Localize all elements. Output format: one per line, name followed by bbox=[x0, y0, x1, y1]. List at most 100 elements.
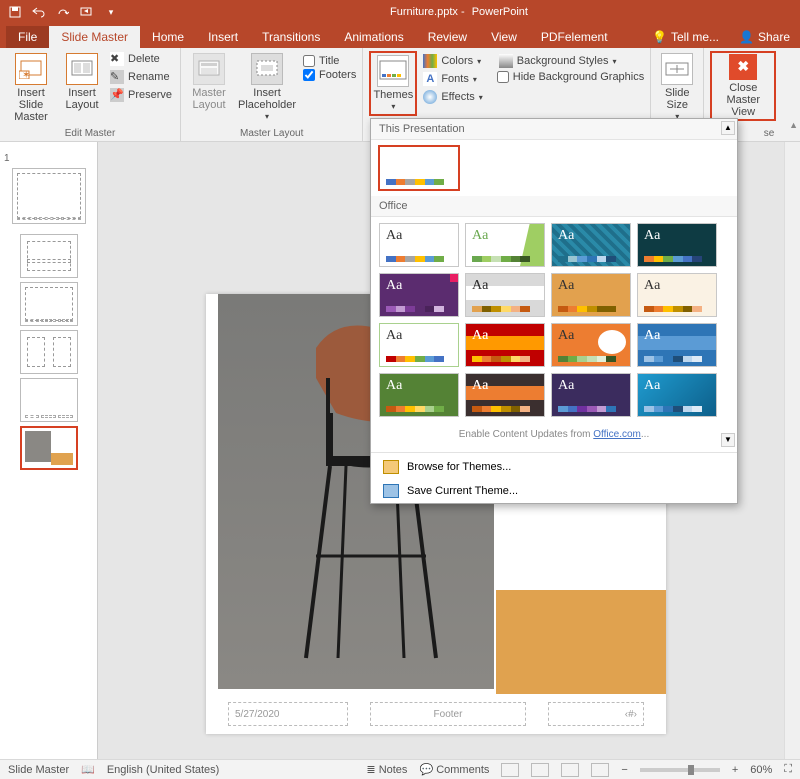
browse-themes-menuitem[interactable]: Browse for Themes... bbox=[371, 455, 737, 479]
zoom-out-icon[interactable]: − bbox=[621, 764, 627, 776]
title-checkbox[interactable]: Title bbox=[303, 55, 356, 67]
slide-accent-band bbox=[496, 590, 666, 694]
colors-icon bbox=[423, 54, 437, 68]
theme-tile[interactable]: Aa bbox=[551, 323, 631, 367]
zoom-slider[interactable] bbox=[640, 768, 720, 772]
share-button[interactable]: 👤Share bbox=[729, 26, 800, 48]
status-language[interactable]: English (United States) bbox=[107, 764, 220, 776]
status-bar: Slide Master 📖 English (United States) ≣… bbox=[0, 759, 800, 779]
fonts-dropdown[interactable]: AFonts▾ bbox=[421, 71, 484, 87]
themes-button[interactable]: Themes▾ bbox=[369, 51, 417, 116]
theme-tile[interactable]: Aa bbox=[465, 223, 545, 267]
footer-placeholder[interactable]: Footer bbox=[370, 702, 526, 726]
tab-view[interactable]: View bbox=[479, 26, 529, 48]
status-mode: Slide Master bbox=[8, 764, 69, 776]
effects-dropdown[interactable]: Effects▾ bbox=[421, 89, 484, 105]
zoom-in-icon[interactable]: + bbox=[732, 764, 738, 776]
rename-button[interactable]: ✎Rename bbox=[108, 69, 174, 85]
layout-thumbnail[interactable] bbox=[20, 330, 78, 374]
sorter-view-icon[interactable] bbox=[531, 763, 549, 777]
tab-pdfelement[interactable]: PDFelement bbox=[529, 26, 620, 48]
preserve-icon: 📌 bbox=[110, 88, 124, 102]
ribbon-tabs: File Slide Master Home Insert Transition… bbox=[0, 24, 800, 48]
save-theme-icon bbox=[383, 484, 399, 498]
theme-tile[interactable]: Aa bbox=[551, 223, 631, 267]
tab-transitions[interactable]: Transitions bbox=[250, 26, 332, 48]
tell-me[interactable]: 💡Tell me... bbox=[642, 26, 729, 48]
start-from-beginning-icon[interactable] bbox=[80, 5, 94, 19]
master-layout-icon bbox=[193, 53, 225, 85]
tab-insert[interactable]: Insert bbox=[196, 26, 250, 48]
insert-layout-button[interactable]: Insert Layout bbox=[60, 51, 104, 113]
background-styles-dropdown[interactable]: Background Styles▾ bbox=[497, 53, 644, 69]
date-placeholder[interactable]: 5/27/2020 bbox=[228, 702, 348, 726]
theme-tile[interactable]: Aa bbox=[637, 223, 717, 267]
ribbon-collapse-up-icon[interactable]: ▲ bbox=[789, 120, 798, 130]
thumbnail-pane[interactable]: 1 bbox=[0, 142, 98, 759]
delete-button[interactable]: ✖Delete bbox=[108, 51, 174, 67]
footers-checkbox[interactable]: Footers bbox=[303, 69, 356, 81]
notes-button[interactable]: ≣ Notes bbox=[366, 763, 407, 776]
folder-icon bbox=[383, 460, 399, 474]
preserve-button[interactable]: 📌Preserve bbox=[108, 87, 174, 103]
document-title: Furniture.pptx bbox=[390, 6, 458, 18]
tab-review[interactable]: Review bbox=[416, 26, 479, 48]
share-icon: 👤 bbox=[739, 30, 754, 44]
theme-tile[interactable]: Aa bbox=[379, 323, 459, 367]
slide-number-placeholder[interactable]: ‹#› bbox=[548, 702, 644, 726]
master-layout-button[interactable]: Master Layout bbox=[187, 51, 231, 113]
zoom-level[interactable]: 60% bbox=[750, 764, 772, 776]
master-thumbnail[interactable] bbox=[12, 168, 86, 224]
theme-tile[interactable]: Aa bbox=[551, 373, 631, 417]
redo-icon[interactable] bbox=[56, 5, 70, 19]
layout-thumbnail-selected[interactable] bbox=[20, 426, 78, 470]
close-master-view-button[interactable]: ✖Close Master View bbox=[710, 51, 776, 121]
qat-more-icon[interactable]: ▾ bbox=[104, 5, 118, 19]
comments-button[interactable]: 💬 Comments bbox=[419, 763, 489, 776]
section-office: Office bbox=[371, 196, 737, 217]
gallery-scroll-down-icon[interactable]: ▼ bbox=[721, 433, 735, 447]
tab-slide-master[interactable]: Slide Master bbox=[49, 26, 140, 48]
slideshow-view-icon[interactable] bbox=[591, 763, 609, 777]
insert-slide-master-icon: ✶ bbox=[15, 53, 47, 85]
theme-tile[interactable]: Aa bbox=[637, 373, 717, 417]
vertical-scrollbar[interactable] bbox=[784, 142, 800, 759]
enable-content-updates-link[interactable]: Enable Content Updates from Office.com..… bbox=[371, 423, 737, 450]
group-label-master-layout: Master Layout bbox=[187, 126, 356, 139]
layout-thumbnail[interactable] bbox=[20, 378, 78, 422]
theme-tile[interactable]: AaAa bbox=[465, 273, 545, 317]
theme-tile[interactable]: AaAa bbox=[465, 323, 545, 367]
theme-tile[interactable]: Aa bbox=[551, 273, 631, 317]
spellcheck-icon[interactable]: 📖 bbox=[81, 763, 95, 776]
gallery-scroll-up-icon[interactable]: ▲ bbox=[721, 121, 735, 135]
fonts-icon: A bbox=[423, 72, 437, 86]
reading-view-icon[interactable] bbox=[561, 763, 579, 777]
tab-home[interactable]: Home bbox=[140, 26, 196, 48]
normal-view-icon[interactable] bbox=[501, 763, 519, 777]
theme-tile[interactable]: AaAa bbox=[637, 323, 717, 367]
colors-dropdown[interactable]: Colors▾ bbox=[421, 53, 484, 69]
hide-background-checkbox[interactable]: Hide Background Graphics bbox=[497, 71, 644, 83]
layout-thumbnail[interactable] bbox=[20, 282, 78, 326]
themes-icon bbox=[377, 55, 409, 87]
save-theme-menuitem[interactable]: Save Current Theme... bbox=[371, 479, 737, 503]
undo-icon[interactable] bbox=[32, 5, 46, 19]
slide-size-button[interactable]: Slide Size▾ bbox=[657, 51, 697, 124]
group-label-edit-master: Edit Master bbox=[6, 126, 174, 139]
theme-tile[interactable]: AaAa bbox=[465, 373, 545, 417]
theme-tile-current[interactable] bbox=[379, 146, 459, 190]
theme-tile[interactable]: Aa bbox=[379, 223, 459, 267]
fit-to-window-icon[interactable]: ⛶ bbox=[784, 763, 792, 776]
insert-placeholder-button[interactable]: Insert Placeholder▾ bbox=[235, 51, 299, 124]
group-master-layout: Master Layout Insert Placeholder▾ Title … bbox=[181, 48, 363, 141]
layout-thumbnail[interactable] bbox=[20, 234, 78, 278]
tab-file[interactable]: File bbox=[6, 26, 49, 48]
insert-slide-master-button[interactable]: ✶Insert Slide Master bbox=[6, 51, 56, 125]
theme-tile[interactable]: Aa bbox=[379, 273, 459, 317]
close-icon: ✖ bbox=[729, 54, 757, 80]
theme-tile[interactable]: Aa bbox=[637, 273, 717, 317]
svg-text:✶: ✶ bbox=[22, 70, 30, 79]
theme-tile[interactable]: Aa bbox=[379, 373, 459, 417]
save-icon[interactable] bbox=[8, 5, 22, 19]
tab-animations[interactable]: Animations bbox=[332, 26, 415, 48]
